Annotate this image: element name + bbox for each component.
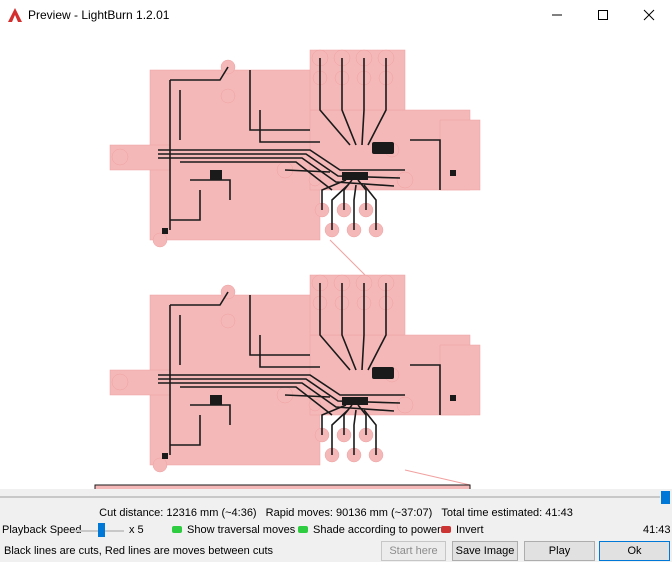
speed-slider-handle[interactable]	[98, 523, 105, 537]
lightburn-logo-icon	[8, 8, 22, 22]
playback-speed-label: Playback Speed	[2, 524, 82, 536]
window-title: Preview - LightBurn 1.2.01	[28, 8, 170, 22]
pcb-board-bottom	[109, 274, 481, 473]
rapid-moves: Rapid moves: 90136 mm (~37:07)	[265, 507, 433, 519]
invert-toggle[interactable]	[441, 526, 451, 533]
ok-button[interactable]: Ok	[599, 541, 670, 561]
maximize-button[interactable]	[580, 0, 626, 30]
close-icon	[643, 9, 655, 21]
show-traversal-toggle[interactable]	[172, 526, 182, 533]
job-stats: Cut distance: 12316 mm (~4:36) Rapid mov…	[0, 507, 672, 521]
playback-slider[interactable]	[0, 489, 672, 505]
save-image-button[interactable]: Save Image	[452, 541, 518, 561]
show-traversal-label[interactable]: Show traversal moves	[187, 524, 295, 536]
invert-label[interactable]: Invert	[456, 524, 484, 536]
total-time: Total time estimated: 41:43	[441, 507, 573, 519]
play-button[interactable]: Play	[524, 541, 595, 561]
shade-power-toggle[interactable]	[298, 526, 308, 533]
maximize-icon	[598, 10, 608, 20]
preview-canvas[interactable]	[0, 30, 672, 489]
playback-controls: Playback Speed x 5 Show traversal moves …	[0, 522, 672, 538]
playback-slider-track	[0, 496, 660, 498]
shade-power-label[interactable]: Shade according to power	[313, 524, 441, 536]
minimize-icon	[552, 14, 562, 16]
playback-slider-handle[interactable]	[661, 491, 670, 504]
start-here-button[interactable]: Start here	[381, 541, 446, 561]
title-bar: Preview - LightBurn 1.2.01	[0, 0, 672, 30]
cut-distance: Cut distance: 12316 mm (~4:36)	[99, 507, 257, 519]
traversal-move-line	[404, 469, 471, 486]
pcb-board-top	[109, 49, 481, 248]
minimize-button[interactable]	[534, 0, 580, 30]
preview-drawing	[94, 49, 481, 489]
status-bar: Black lines are cuts, Red lines are move…	[0, 540, 672, 562]
close-button[interactable]	[626, 0, 672, 30]
speed-multiplier: x 5	[129, 524, 144, 536]
legend-hint: Black lines are cuts, Red lines are move…	[4, 545, 274, 557]
traversal-move-line	[329, 239, 366, 276]
elapsed-time: 41:43	[643, 524, 671, 536]
